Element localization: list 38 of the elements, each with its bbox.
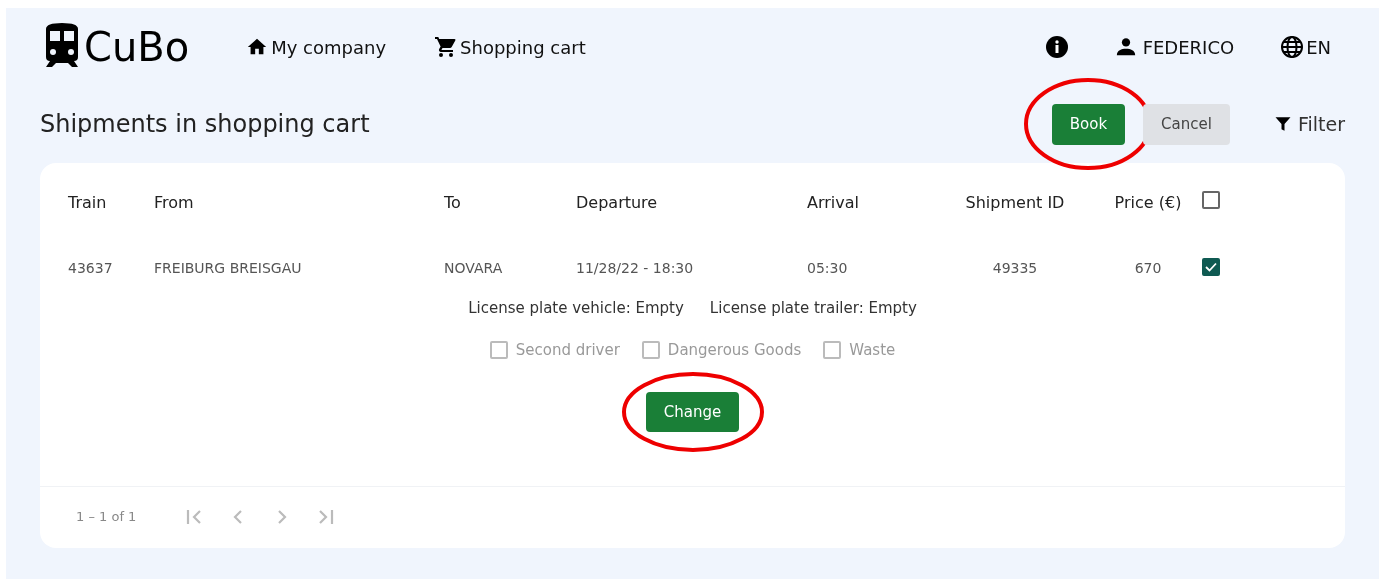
column-header: From <box>154 193 194 212</box>
info-icon[interactable] <box>1044 35 1069 59</box>
person-icon <box>1114 36 1137 58</box>
change-button[interactable]: Change <box>645 391 740 432</box>
row-checkbox[interactable] <box>1202 257 1220 276</box>
detail-text: License plate vehicle: Empty <box>468 297 684 319</box>
table-cell: 11/28/22 - 18:30 <box>576 259 694 276</box>
filter-button[interactable]: Filter <box>1273 110 1345 139</box>
column-header: Departure <box>576 193 658 212</box>
check-icon <box>1205 260 1217 273</box>
table-cell: FREIBURG BREISGAU <box>154 259 302 276</box>
table-cell: NOVARA <box>444 259 503 276</box>
column-header: Price (€) <box>1114 193 1182 212</box>
column-header: Arrival <box>807 193 859 212</box>
cancel-button[interactable]: Cancel <box>1143 104 1230 145</box>
book-button[interactable]: Book <box>1051 104 1126 145</box>
page-range: 1 – 1 of 1 <box>76 508 137 527</box>
detail-text: License plate trailer: Empty <box>709 297 917 319</box>
column-header: To <box>444 193 461 212</box>
table-cell: 670 <box>1134 259 1162 276</box>
column-header: Train <box>68 193 107 212</box>
option-label: Waste <box>849 340 896 361</box>
user-menu[interactable]: FEDERICO <box>1114 33 1235 61</box>
select-all-checkbox[interactable] <box>1202 190 1220 209</box>
nav-link[interactable]: Shopping cart <box>434 33 586 61</box>
brand-name: CuBo <box>84 27 190 67</box>
nav-link[interactable]: My company <box>245 33 387 61</box>
table-cell: 49335 <box>992 259 1038 276</box>
globe-icon <box>1280 35 1305 59</box>
logo[interactable]: CuBo <box>40 23 190 71</box>
filter-icon <box>1273 115 1292 134</box>
column-header: Shipment ID <box>965 193 1065 212</box>
language-menu[interactable]: EN <box>1280 33 1331 61</box>
page-title: Shipments in shopping cart <box>40 109 370 141</box>
table-cell: 43637 <box>68 259 113 276</box>
option-label: Dangerous Goods <box>667 340 802 361</box>
option-label: Second driver <box>515 340 620 361</box>
table-cell: 05:30 <box>807 259 848 276</box>
